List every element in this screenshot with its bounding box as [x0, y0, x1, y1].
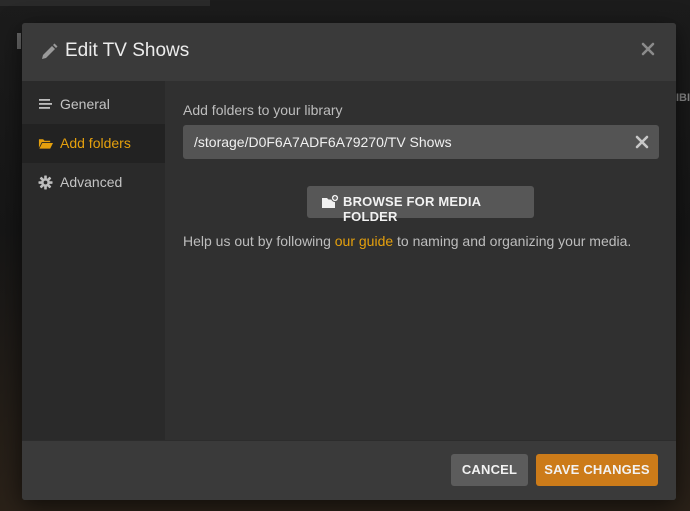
dialog-title: Edit TV Shows	[65, 40, 190, 61]
dialog-content: Add folders to your library BROWSE FOR M…	[165, 81, 676, 440]
sidebar-item-label: General	[60, 96, 110, 112]
folder-add-icon	[322, 194, 339, 208]
browse-button-label: BROWSE FOR MEDIA FOLDER	[343, 194, 481, 224]
list-icon	[39, 99, 52, 109]
sidebar-item-add-folders[interactable]: Add folders	[22, 124, 165, 163]
close-button[interactable]	[638, 39, 658, 59]
sidebar-item-general[interactable]: General	[22, 85, 165, 124]
sidebar-item-label: Advanced	[60, 174, 123, 190]
help-text: Help us out by following our guide to na…	[183, 233, 631, 249]
background-topbar	[0, 0, 210, 6]
help-text-prefix: Help us out by following	[183, 233, 335, 249]
dialog-sidebar: General Add folders Advanced	[22, 81, 165, 440]
browse-media-folder-button[interactable]: BROWSE FOR MEDIA FOLDER	[307, 186, 534, 224]
help-text-suffix: to naming and organizing your media.	[393, 233, 632, 249]
dialog-header: Edit TV Shows	[22, 23, 676, 82]
background-mark	[17, 33, 21, 49]
remove-folder-icon[interactable]	[634, 134, 650, 150]
background-label: IBI	[676, 92, 690, 104]
close-icon	[641, 42, 655, 56]
gear-icon	[38, 175, 53, 190]
pencil-icon	[42, 43, 58, 59]
folders-field-label: Add folders to your library	[183, 102, 343, 118]
folder-open-icon	[38, 139, 53, 149]
folder-path-field	[183, 125, 659, 159]
edit-library-dialog: Edit TV Shows General Add folders Advanc…	[22, 23, 676, 500]
folder-path-input[interactable]	[183, 125, 623, 159]
guide-link[interactable]: our guide	[335, 233, 393, 249]
sidebar-item-label: Add folders	[60, 135, 131, 151]
save-changes-button[interactable]: SAVE CHANGES	[536, 454, 658, 486]
sidebar-item-advanced[interactable]: Advanced	[22, 163, 165, 202]
cancel-button[interactable]: CANCEL	[451, 454, 528, 486]
dialog-footer: CANCEL SAVE CHANGES	[22, 440, 676, 500]
